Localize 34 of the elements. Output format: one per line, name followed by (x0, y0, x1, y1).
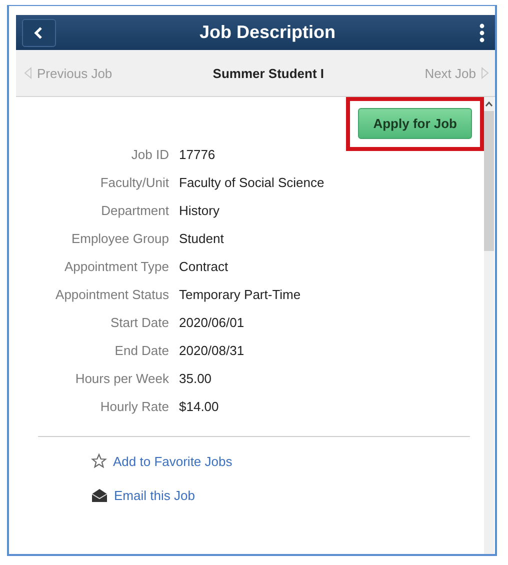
field-value: 2020/06/01 (179, 315, 246, 330)
more-menu-icon[interactable] (479, 22, 485, 42)
right-triangle-icon (481, 67, 489, 79)
field-value: Temporary Part-Time (179, 287, 302, 302)
back-button[interactable] (22, 18, 56, 46)
field-label: Department (100, 203, 169, 218)
scroll-up-icon[interactable] (485, 101, 493, 107)
field-value: Contract (179, 259, 230, 274)
field-value: 17776 (179, 147, 216, 162)
field-label: Appointment Type (63, 259, 169, 274)
action-link[interactable]: Email this Job (114, 488, 195, 503)
field-value: 2020/08/31 (179, 343, 246, 358)
star-icon (91, 453, 107, 469)
left-triangle-icon (24, 67, 32, 79)
field-value: Student (179, 231, 225, 246)
field-value: History (179, 203, 220, 218)
envelope-icon (91, 488, 108, 503)
page-title: Job Description (198, 22, 337, 43)
action-link[interactable]: Add to Favorite Jobs (113, 454, 232, 468)
field-label: Employee Group (70, 231, 169, 246)
field-label: Faculty/Unit (99, 175, 169, 190)
scrollbar[interactable] (484, 97, 494, 554)
scrollbar-thumb[interactable] (484, 111, 494, 251)
field-label: Hours per Week (74, 371, 169, 386)
job-title: Summer Student I (212, 66, 324, 80)
field-label: Job ID (130, 147, 169, 162)
field-label: Hourly Rate (99, 399, 169, 414)
field-label: Start Date (109, 315, 169, 330)
field-label: End Date (114, 343, 169, 358)
field-value: Faculty of Social Science (179, 175, 326, 190)
field-value: $14.00 (179, 399, 220, 414)
field-value: 35.00 (179, 371, 213, 386)
field-label: Appointment Status (54, 287, 169, 302)
apply-for-job-button[interactable]: Apply for Job (358, 108, 472, 139)
